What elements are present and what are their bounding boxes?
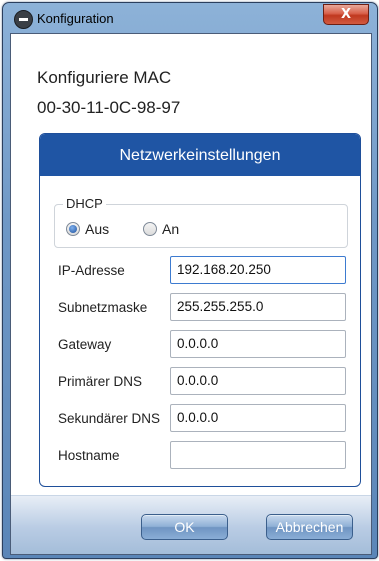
configure-heading: Konfiguriere MAC — [37, 68, 172, 87]
dhcp-off-radio[interactable] — [66, 222, 80, 236]
app-logo-icon — [14, 10, 33, 29]
hostname-label: Hostname — [58, 448, 120, 463]
cancel-button[interactable]: Abbrechen — [266, 514, 353, 540]
gateway-label: Gateway — [58, 337, 112, 352]
ok-button[interactable]: OK — [141, 514, 228, 540]
subnet-mask-field[interactable]: 255.255.255.0 — [170, 293, 346, 321]
dhcp-on-radio[interactable] — [143, 222, 157, 236]
panel-title: Netzwerkeinstellungen — [40, 134, 360, 176]
ip-address-label: IP-Adresse — [58, 263, 125, 278]
primary-dns-field[interactable]: 0.0.0.0 — [170, 367, 346, 395]
hostname-field[interactable] — [170, 441, 346, 469]
network-settings-panel: Netzwerkeinstellungen DHCP Aus An IP-Adr… — [39, 133, 361, 487]
primary-dns-label: Primärer DNS — [58, 374, 143, 389]
dialog-content: Konfiguriere MAC 00-30-11-0C-98-97 Netzw… — [10, 33, 372, 555]
ip-address-field[interactable]: 192.168.20.250 — [170, 256, 346, 284]
secondary-dns-label: Sekundärer DNS — [58, 411, 161, 426]
dhcp-off-label[interactable]: Aus — [85, 221, 109, 237]
dhcp-legend: DHCP — [63, 196, 106, 211]
mac-address: 00-30-11-0C-98-97 — [37, 98, 181, 117]
window-title: Konfiguration — [37, 11, 114, 26]
gateway-field[interactable]: 0.0.0.0 — [170, 330, 346, 358]
button-bar: OK Abbrechen — [11, 495, 371, 554]
title-bar[interactable]: Konfiguration X — [3, 3, 377, 33]
dialog-window: Konfiguration X Konfiguriere MAC 00-30-1… — [2, 2, 378, 559]
dhcp-group: DHCP Aus An — [54, 196, 348, 248]
dhcp-on-label[interactable]: An — [162, 221, 179, 237]
subnet-mask-label: Subnetzmaske — [58, 300, 148, 315]
secondary-dns-field[interactable]: 0.0.0.0 — [170, 404, 346, 432]
close-icon[interactable]: X — [323, 4, 369, 25]
